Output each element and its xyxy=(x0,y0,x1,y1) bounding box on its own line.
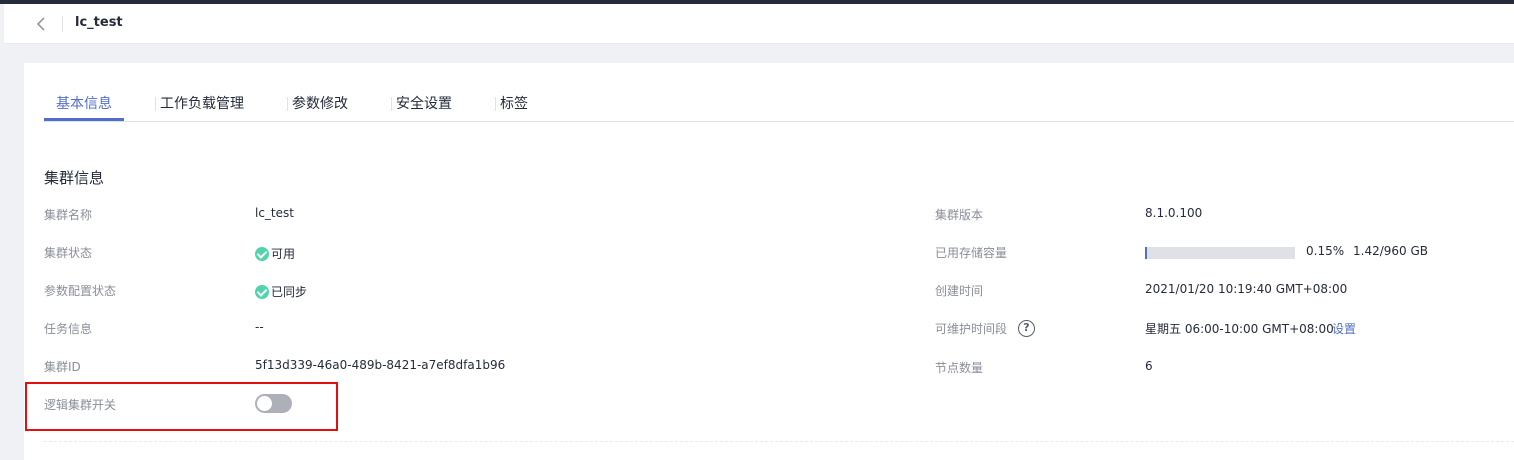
tab-basic-info[interactable]: 基本信息 xyxy=(56,93,112,113)
storage-progress-bar xyxy=(1145,247,1295,259)
param-status-text: 已同步 xyxy=(271,285,308,299)
task-info-label: 任务信息 xyxy=(44,322,93,336)
param-status-value: 已同步 xyxy=(255,283,307,300)
header-divider xyxy=(62,16,63,32)
created-time-label: 创建时间 xyxy=(935,284,984,298)
tab-divider xyxy=(155,97,156,111)
section-divider xyxy=(44,441,1514,442)
tab-security-settings[interactable]: 安全设置 xyxy=(396,93,452,113)
check-circle-icon xyxy=(255,246,269,261)
tab-divider xyxy=(495,97,496,111)
page-header: lc_test xyxy=(4,4,1514,44)
cluster-version-label: 集群版本 xyxy=(935,208,984,222)
node-count-label: 节点数量 xyxy=(935,361,984,375)
cluster-detail-card: 基本信息 工作负载管理 参数修改 安全设置 标签 集群信息 集群名称 lc_te… xyxy=(24,63,1514,460)
cluster-name-value: lc_test xyxy=(255,206,294,220)
tab-divider xyxy=(287,97,288,111)
node-count-value: 6 xyxy=(1145,359,1153,373)
storage-used-label: 已用存储容量 xyxy=(935,246,1008,260)
created-time-value: 2021/01/20 10:19:40 GMT+08:00 xyxy=(1145,282,1348,296)
cluster-name-label: 集群名称 xyxy=(44,208,93,222)
maintenance-window-label: 可维护时间段 xyxy=(935,322,1008,336)
cluster-id-label: 集群ID xyxy=(44,360,81,374)
maintenance-window-value: 星期五 06:00-10:00 GMT+08:00 xyxy=(1145,322,1334,336)
active-tab-indicator xyxy=(44,118,124,121)
tab-bar: 基本信息 工作负载管理 参数修改 安全设置 标签 xyxy=(44,85,1514,122)
param-status-label: 参数配置状态 xyxy=(44,284,117,298)
cluster-status-label: 集群状态 xyxy=(44,246,93,260)
cluster-version-value: 8.1.0.100 xyxy=(1145,206,1203,220)
storage-usage: 1.42/960 GB xyxy=(1353,244,1429,258)
highlight-box xyxy=(25,382,338,431)
tab-parameter-modification[interactable]: 参数修改 xyxy=(292,93,348,113)
tab-workload-management[interactable]: 工作负载管理 xyxy=(160,93,244,113)
section-title: 集群信息 xyxy=(44,169,105,187)
task-info-value: -- xyxy=(255,320,264,334)
chevron-left-icon[interactable] xyxy=(32,14,52,34)
help-icon[interactable]: ? xyxy=(1018,320,1035,337)
page-title: lc_test xyxy=(75,15,123,30)
storage-percent: 0.15% xyxy=(1306,244,1345,258)
tab-tags[interactable]: 标签 xyxy=(500,93,528,113)
check-circle-icon xyxy=(255,284,269,299)
cluster-status-value: 可用 xyxy=(255,245,295,262)
cluster-id-value: 5f13d339-46a0-489b-8421-a7ef8dfa1b96 xyxy=(255,358,506,372)
tab-divider xyxy=(391,97,392,111)
cluster-status-text: 可用 xyxy=(271,247,296,261)
storage-progress-fill xyxy=(1145,247,1147,259)
maintenance-settings-link[interactable]: 设置 xyxy=(1332,320,1356,337)
